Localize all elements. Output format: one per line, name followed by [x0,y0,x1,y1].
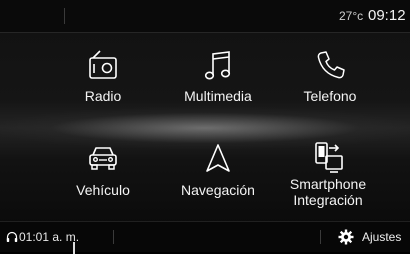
menu-item-telefono[interactable]: Telefono [270,48,390,126]
menu-item-label: Telefono [303,88,357,104]
menu-item-label-line2: Integración [293,192,363,208]
navigation-arrow-icon [202,142,234,176]
night-mode-button[interactable] [12,6,34,26]
menu-item-label: Radio [84,88,122,104]
menu-item-vehiculo[interactable]: Vehículo [43,142,163,220]
outside-temperature: 27°c [339,9,364,23]
clock: 09:12 [368,7,406,24]
gear-icon [338,229,354,245]
smartphone-integration-icon [312,142,344,176]
music-note-icon [202,48,234,82]
radio-icon [87,48,119,82]
menu-item-label: Vehículo [76,182,130,198]
headphones-icon [6,231,18,243]
bottom-divider [320,230,321,244]
bottom-divider [113,230,114,244]
progress-marker [73,242,75,254]
status-divider [64,8,65,24]
menu-item-multimedia[interactable]: Multimedia [158,48,278,126]
bottom-bar: 01:01 a. m. Ajustes [0,221,410,254]
now-playing[interactable]: 01:01 a. m. [6,230,79,244]
car-icon [87,142,119,176]
crescent-moon-icon [19,10,25,22]
menu-item-smartphone-integracion[interactable]: Smartphone Integración [268,142,388,220]
menu-item-label: Smartphone Integración [268,176,388,208]
settings-label: Ajustes [362,230,402,244]
infotainment-screen: 27°c 09:12 Radio Multimedia Telefono Veh… [0,0,410,254]
now-playing-text: 01:01 a. m. [19,230,80,244]
menu-item-radio[interactable]: Radio [43,48,163,126]
menu-item-label: Navegación [181,182,255,198]
status-bar: 27°c 09:12 [0,0,410,33]
menu-item-navegacion[interactable]: Navegación [158,142,278,220]
phone-icon [314,48,346,82]
menu-item-label: Multimedia [184,88,252,104]
menu-item-label-line1: Smartphone [289,176,367,192]
